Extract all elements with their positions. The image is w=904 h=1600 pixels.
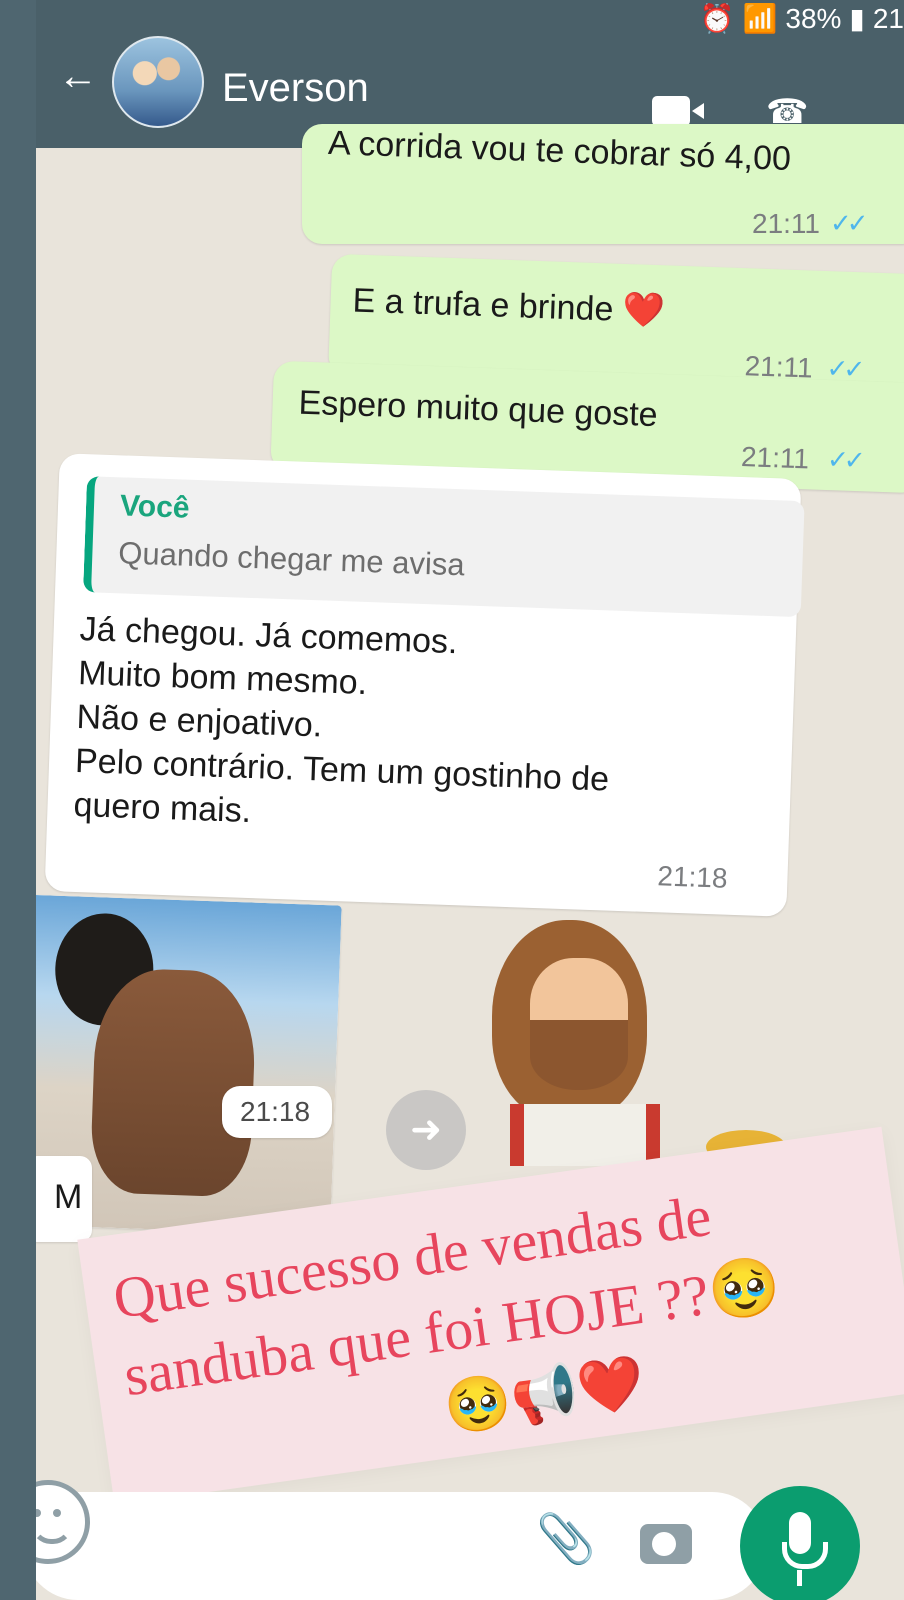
status-icons: ⏰ 📶 38% ▮ 21 bbox=[700, 2, 904, 35]
read-receipt-icon: ✓✓ bbox=[830, 208, 869, 238]
message-line: Muito bom mesmo. bbox=[77, 653, 368, 703]
sticker-robe bbox=[510, 1104, 660, 1166]
partial-message-bubble[interactable]: M bbox=[36, 1156, 92, 1242]
message-text: A corrida vou te cobrar só 4,00 bbox=[327, 123, 792, 179]
avatar[interactable] bbox=[112, 36, 204, 128]
microphone-base-icon bbox=[797, 1570, 802, 1586]
message-line: Não e enjoativo. bbox=[76, 697, 323, 745]
whatsapp-screen: ⏰ 📶 38% ▮ 21 ← Everson ☎ A corrida vou t… bbox=[36, 0, 904, 1600]
forward-icon[interactable]: ➜ bbox=[386, 1090, 466, 1170]
media-time-chip: 21:18 bbox=[222, 1086, 332, 1138]
alarm-icon: ⏰ bbox=[699, 3, 735, 34]
wifi-icon: 📶 bbox=[742, 3, 778, 34]
message-time: 21:18 bbox=[240, 1096, 311, 1127]
quote-author: Você bbox=[119, 489, 191, 525]
caption-emojis: 🥹📢❤️ bbox=[440, 1351, 649, 1440]
photo-person-body bbox=[89, 967, 258, 1198]
status-bar: ⏰ 📶 38% ▮ 21 bbox=[36, 0, 904, 36]
microphone-button[interactable] bbox=[740, 1486, 860, 1600]
quoted-message[interactable]: Você Quando chegar me avisa bbox=[83, 476, 805, 618]
microphone-stand-icon bbox=[782, 1542, 828, 1569]
battery-icon: ▮ bbox=[849, 3, 865, 34]
message-bubble[interactable]: A corrida vou te cobrar só 4,00 21:11 ✓✓ bbox=[302, 124, 904, 244]
clock: 21 bbox=[872, 2, 904, 34]
chat-area: A corrida vou te cobrar só 4,00 21:11 ✓✓… bbox=[36, 124, 904, 1600]
message-line: Já chegou. Já comemos. bbox=[79, 609, 459, 662]
battery-percentage: 38% bbox=[785, 2, 842, 34]
message-time: 21:18 bbox=[656, 860, 729, 894]
video-icon[interactable] bbox=[652, 96, 704, 126]
sticker-beard bbox=[530, 1020, 628, 1090]
arrow-left-icon[interactable]: ← bbox=[58, 56, 98, 96]
partial-message-text: M bbox=[54, 1178, 83, 1216]
quote-text: Quando chegar me avisa bbox=[117, 535, 466, 583]
message-time: 21:11 bbox=[752, 208, 820, 239]
read-receipt-icon: ✓✓ bbox=[826, 444, 862, 476]
sticker[interactable] bbox=[492, 920, 792, 1166]
message-text: Espero muito que goste bbox=[298, 383, 659, 435]
message-bubble[interactable]: Você Quando chegar me avisa Já chegou. J… bbox=[44, 453, 805, 917]
message-line: quero mais. bbox=[72, 785, 252, 831]
message-text: E a trufa e brinde ❤️ bbox=[352, 281, 666, 331]
camera-icon[interactable] bbox=[640, 1524, 692, 1564]
message-composer: 📎 bbox=[36, 1434, 904, 1600]
contact-name[interactable]: Everson bbox=[222, 66, 369, 111]
message-time: 21:11 bbox=[740, 441, 810, 475]
paperclip-icon[interactable]: 📎 bbox=[536, 1510, 596, 1574]
